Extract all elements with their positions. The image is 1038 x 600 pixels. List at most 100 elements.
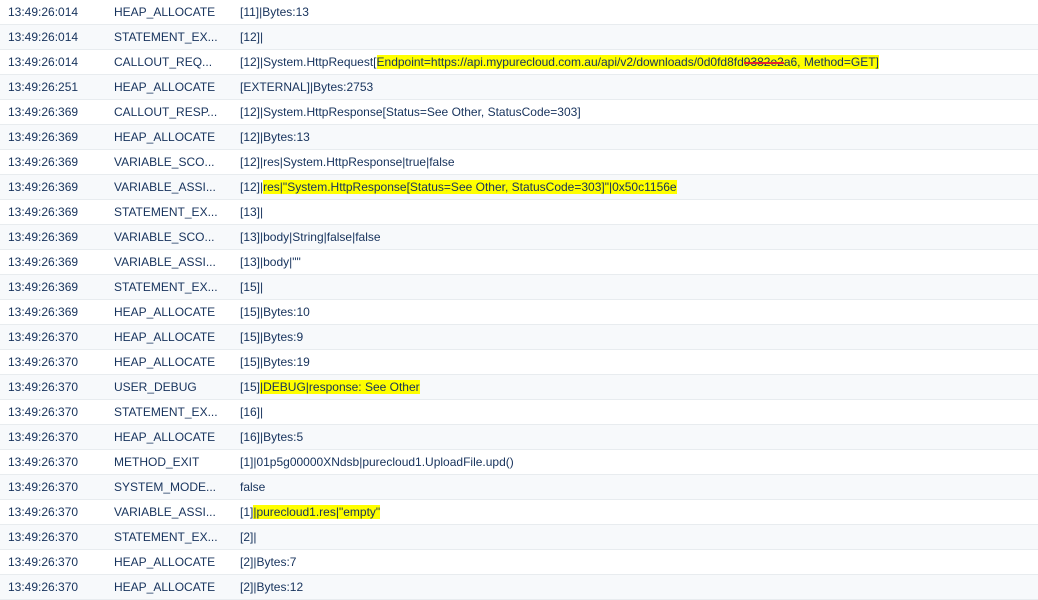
- event-type: HEAP_ALLOCATE: [106, 325, 232, 350]
- highlight: a6, Method=GET]: [784, 55, 879, 69]
- detail-text: [12]|System.HttpRequest[: [240, 55, 377, 69]
- detail-text: [13]|body|String|false|false: [240, 230, 381, 244]
- timestamp: 13:49:26:370: [0, 575, 106, 600]
- event-type: HEAP_ALLOCATE: [106, 300, 232, 325]
- redacted: 9382e2: [744, 55, 784, 69]
- timestamp: 13:49:26:370: [0, 550, 106, 575]
- event-type: HEAP_ALLOCATE: [106, 550, 232, 575]
- detail: [12]|Bytes:13: [232, 125, 1038, 150]
- detail: [2]|Bytes:7: [232, 550, 1038, 575]
- detail-text: [15]|Bytes:19: [240, 355, 310, 369]
- log-row[interactable]: 13:49:26:251HEAP_ALLOCATE [EXTERNAL]|Byte…: [0, 75, 1038, 100]
- event-type: HEAP_ALLOCATE: [106, 575, 232, 600]
- timestamp: 13:49:26:014: [0, 0, 106, 25]
- detail-text: false: [240, 480, 265, 494]
- detail: [12]|res|System.HttpResponse|true|false: [232, 150, 1038, 175]
- log-row[interactable]: 13:49:26:369VARIABLE_SCO... [13]|body|Str…: [0, 225, 1038, 250]
- detail: [12]|: [232, 25, 1038, 50]
- log-row[interactable]: 13:49:26:369STATEMENT_EX... [15]|: [0, 275, 1038, 300]
- event-type: HEAP_ALLOCATE: [106, 125, 232, 150]
- log-row[interactable]: 13:49:26:370STATEMENT_EX... [2]|: [0, 525, 1038, 550]
- detail: [13]|body|"": [232, 250, 1038, 275]
- highlight: res|"System.HttpResponse[Status=See Othe…: [263, 180, 676, 194]
- detail-text: [15]: [240, 380, 260, 394]
- detail: [12]|System.HttpRequest[Endpoint=https:/…: [232, 50, 1038, 75]
- detail-text: [15]|: [240, 280, 263, 294]
- detail-text: [12]|: [240, 180, 263, 194]
- timestamp: 13:49:26:369: [0, 100, 106, 125]
- log-row[interactable]: 13:49:26:369STATEMENT_EX...[13]|: [0, 200, 1038, 225]
- detail-text: [12]|System.HttpResponse[Status=See Othe…: [240, 105, 581, 119]
- event-type: VARIABLE_SCO...: [106, 150, 232, 175]
- log-row[interactable]: 13:49:26:370HEAP_ALLOCATE [2]|Bytes:12: [0, 575, 1038, 600]
- log-row[interactable]: 13:49:26:370HEAP_ALLOCATE[15]|Bytes:19: [0, 350, 1038, 375]
- log-row[interactable]: 13:49:26:014CALLOUT_REQ...[12]|System.Ht…: [0, 50, 1038, 75]
- event-type: VARIABLE_ASSI...: [106, 500, 232, 525]
- log-table: 13:49:26:014HEAP_ALLOCATE[11]|Bytes:1313…: [0, 0, 1038, 600]
- detail-text: [12]|: [240, 30, 263, 44]
- log-row[interactable]: 13:49:26:370USER_DEBUG[15]|DEBUG|respons…: [0, 375, 1038, 400]
- event-type: STATEMENT_EX...: [106, 25, 232, 50]
- detail: [12]|res|"System.HttpResponse[Status=See…: [232, 175, 1038, 200]
- detail: [16]|Bytes:5: [232, 425, 1038, 450]
- log-row[interactable]: 13:49:26:014STATEMENT_EX... [12]|: [0, 25, 1038, 50]
- detail-text: [2]|: [240, 530, 256, 544]
- event-type: STATEMENT_EX...: [106, 400, 232, 425]
- event-type: VARIABLE_ASSI...: [106, 175, 232, 200]
- event-type: HEAP_ALLOCATE: [106, 75, 232, 100]
- timestamp: 13:49:26:370: [0, 375, 106, 400]
- event-type: HEAP_ALLOCATE: [106, 350, 232, 375]
- log-row[interactable]: 13:49:26:370HEAP_ALLOCATE [15]|Bytes:9: [0, 325, 1038, 350]
- event-type: SYSTEM_MODE...: [106, 475, 232, 500]
- log-row[interactable]: 13:49:26:370METHOD_EXIT[1]|01p5g00000XNd…: [0, 450, 1038, 475]
- event-type: HEAP_ALLOCATE: [106, 0, 232, 25]
- timestamp: 13:49:26:370: [0, 475, 106, 500]
- timestamp: 13:49:26:370: [0, 325, 106, 350]
- detail-text: [15]|Bytes:10: [240, 305, 310, 319]
- detail: [11]|Bytes:13: [232, 0, 1038, 25]
- event-type: CALLOUT_REQ...: [106, 50, 232, 75]
- log-row[interactable]: 13:49:26:370STATEMENT_EX...[16]|: [0, 400, 1038, 425]
- detail-text: [16]|: [240, 405, 263, 419]
- log-row[interactable]: 13:49:26:370VARIABLE_ASSI...[1]|pureclou…: [0, 500, 1038, 525]
- event-type: STATEMENT_EX...: [106, 525, 232, 550]
- log-row[interactable]: 13:49:26:369HEAP_ALLOCATE[15]|Bytes:10: [0, 300, 1038, 325]
- detail-text: [2]|Bytes:7: [240, 555, 296, 569]
- event-type: METHOD_EXIT: [106, 450, 232, 475]
- log-row[interactable]: 13:49:26:369HEAP_ALLOCATE[12]|Bytes:13: [0, 125, 1038, 150]
- log-row[interactable]: 13:49:26:014HEAP_ALLOCATE[11]|Bytes:13: [0, 0, 1038, 25]
- detail-text: [1]: [240, 505, 253, 519]
- log-row[interactable]: 13:49:26:370HEAP_ALLOCATE [16]|Bytes:5: [0, 425, 1038, 450]
- detail-text: [16]|Bytes:5: [240, 430, 303, 444]
- log-row[interactable]: 13:49:26:369VARIABLE_ASSI...[12]|res|"Sy…: [0, 175, 1038, 200]
- event-type: HEAP_ALLOCATE: [106, 425, 232, 450]
- detail: [15]|Bytes:19: [232, 350, 1038, 375]
- highlight: |purecloud1.res|"empty": [253, 505, 380, 519]
- detail-text: [15]|Bytes:9: [240, 330, 303, 344]
- log-row[interactable]: 13:49:26:370SYSTEM_MODE... false: [0, 475, 1038, 500]
- detail: [13]|: [232, 200, 1038, 225]
- timestamp: 13:49:26:369: [0, 275, 106, 300]
- detail: [1]|01p5g00000XNdsb|purecloud1.UploadFil…: [232, 450, 1038, 475]
- event-type: VARIABLE_SCO...: [106, 225, 232, 250]
- detail: [EXTERNAL]|Bytes:2753: [232, 75, 1038, 100]
- detail-text: [2]|Bytes:12: [240, 580, 303, 594]
- timestamp: 13:49:26:370: [0, 425, 106, 450]
- detail: [15]|DEBUG|response: See Other: [232, 375, 1038, 400]
- event-type: STATEMENT_EX...: [106, 275, 232, 300]
- timestamp: 13:49:26:014: [0, 25, 106, 50]
- log-row[interactable]: 13:49:26:369VARIABLE_SCO...[12]|res|Syst…: [0, 150, 1038, 175]
- detail-text: [13]|body|"": [240, 255, 301, 269]
- log-row[interactable]: 13:49:26:369VARIABLE_ASSI...[13]|body|"": [0, 250, 1038, 275]
- log-row[interactable]: 13:49:26:369CALLOUT_RESP...[12]|System.H…: [0, 100, 1038, 125]
- event-type: USER_DEBUG: [106, 375, 232, 400]
- timestamp: 13:49:26:369: [0, 225, 106, 250]
- timestamp: 13:49:26:370: [0, 525, 106, 550]
- log-row[interactable]: 13:49:26:370HEAP_ALLOCATE [2]|Bytes:7: [0, 550, 1038, 575]
- detail-text: [EXTERNAL]|Bytes:2753: [240, 80, 373, 94]
- detail: [15]|Bytes:9: [232, 325, 1038, 350]
- timestamp: 13:49:26:251: [0, 75, 106, 100]
- detail: [12]|System.HttpResponse[Status=See Othe…: [232, 100, 1038, 125]
- detail: [15]|: [232, 275, 1038, 300]
- detail: [2]|Bytes:12: [232, 575, 1038, 600]
